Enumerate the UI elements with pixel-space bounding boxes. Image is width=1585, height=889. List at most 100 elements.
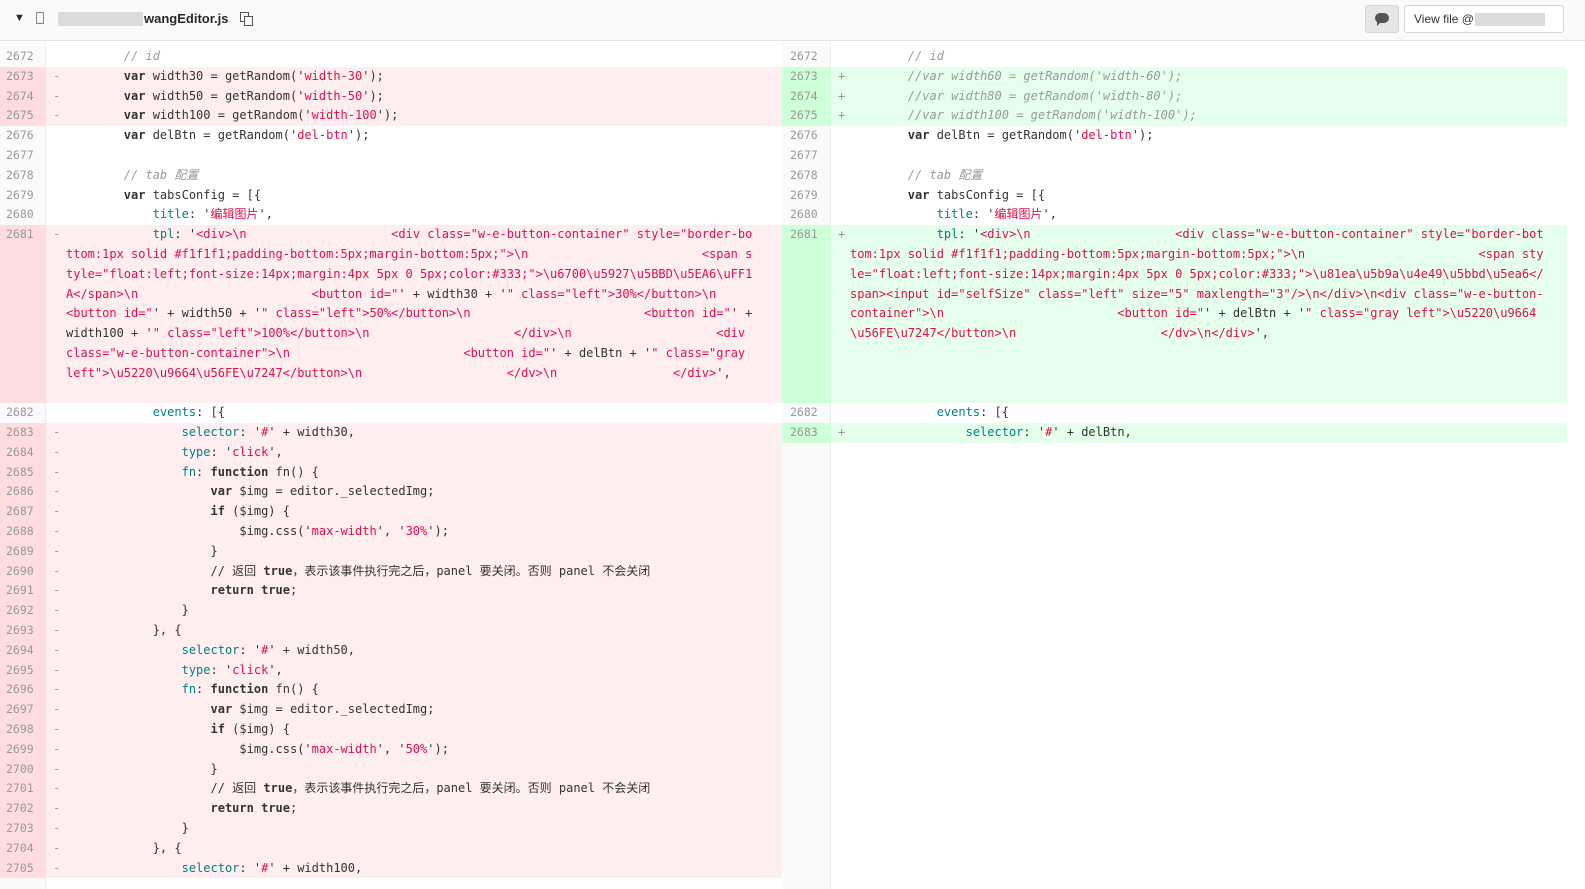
line-number[interactable]: 2680 bbox=[6, 205, 34, 225]
line-number[interactable]: 2691 bbox=[6, 581, 34, 601]
diff-marker: + bbox=[838, 68, 846, 83]
code-text: var tabsConfig = [{ bbox=[123, 187, 262, 202]
left-lines: 2672 // id 2673- var width30 = getRandom(… bbox=[0, 47, 782, 879]
line-number[interactable]: 2675 bbox=[790, 106, 818, 126]
diff-line-wrapped: 2681 - tpl: '<div>\n <div class="w-e-butt… bbox=[0, 225, 782, 404]
line-number[interactable]: 2676 bbox=[790, 126, 818, 146]
diff-marker: + bbox=[838, 424, 846, 439]
diff-line: 2678 // tab 配置 bbox=[782, 166, 1567, 186]
line-number[interactable]: 2685 bbox=[6, 463, 34, 483]
code-text: $img.css('max-width', '30%'); bbox=[66, 523, 449, 538]
file-name[interactable]: wangEditor.js bbox=[144, 11, 229, 26]
line-number[interactable]: 2689 bbox=[6, 542, 34, 562]
view-file-button[interactable]: View file @ bbox=[1404, 5, 1564, 33]
diff-line: 2674 - var width50 = getRandom('width-50'… bbox=[0, 86, 782, 107]
code-text: var delBtn = getRandom('del-btn'); bbox=[907, 128, 1154, 143]
line-number[interactable]: 2702 bbox=[6, 799, 34, 819]
line-number-cell bbox=[782, 225, 831, 404]
diff-line: 2678 // tab 配置 bbox=[0, 166, 782, 186]
line-number[interactable]: 2681 bbox=[790, 225, 818, 245]
line-number[interactable]: 2693 bbox=[6, 621, 34, 641]
code-text: var delBtn = getRandom('del-btn'); bbox=[123, 128, 370, 143]
comment-toggle-button[interactable] bbox=[1365, 5, 1399, 33]
diff-line: 2700 - } bbox=[0, 759, 782, 780]
line-number[interactable]: 2673 bbox=[790, 67, 818, 87]
line-number[interactable]: 2682 bbox=[6, 403, 34, 423]
diff-marker: - bbox=[53, 504, 61, 519]
diff-marker: - bbox=[53, 543, 61, 558]
split-diff: 2672 // id 2673- var width30 = getRandom(… bbox=[0, 42, 1585, 889]
code-text: fn: function fn() { bbox=[181, 464, 319, 479]
code-text: tpl: '<div>\n <div class="w-e-button-con… bbox=[850, 227, 1544, 341]
line-number[interactable]: 2699 bbox=[6, 740, 34, 760]
line-number[interactable]: 2676 bbox=[6, 126, 34, 146]
line-number[interactable]: 2705 bbox=[6, 859, 34, 879]
code-text: selector: '#' + width30, bbox=[181, 424, 356, 439]
diff-line: 2680 title: '编辑图片', bbox=[782, 205, 1567, 225]
line-number[interactable]: 2684 bbox=[6, 443, 34, 463]
line-number[interactable]: 2694 bbox=[6, 641, 34, 661]
line-number[interactable]: 2683 bbox=[6, 423, 34, 443]
diff-line: 2672 // id bbox=[0, 47, 782, 67]
code-text: var width30 = getRandom('width-30'); bbox=[123, 68, 384, 83]
line-number[interactable]: 2687 bbox=[6, 502, 34, 522]
line-number[interactable]: 2677 bbox=[6, 146, 34, 166]
diff-marker: - bbox=[53, 424, 61, 439]
copy-path-icon[interactable] bbox=[240, 12, 254, 26]
code-text: tpl: '<div>\n <div class="w-e-button-con… bbox=[66, 227, 760, 380]
code-text: // 返回 true，表示该事件执行完之后，panel 要关闭。否则 panel… bbox=[66, 781, 651, 796]
line-number[interactable]: 2703 bbox=[6, 819, 34, 839]
diff-line: 2680 title: '编辑图片', bbox=[0, 205, 782, 225]
diff-line: 2679 var tabsConfig = [{ bbox=[782, 186, 1567, 206]
diff-line: 2705 - selector: '#' + width100, bbox=[0, 858, 782, 879]
line-number[interactable]: 2698 bbox=[6, 720, 34, 740]
line-number[interactable]: 2678 bbox=[6, 166, 34, 186]
line-number[interactable]: 2686 bbox=[6, 482, 34, 502]
line-number[interactable]: 2674 bbox=[790, 87, 818, 107]
line-number[interactable]: 2682 bbox=[790, 403, 818, 423]
line-number[interactable]: 2695 bbox=[6, 661, 34, 681]
line-number[interactable]: 2704 bbox=[6, 839, 34, 859]
diff-line: 2679 var tabsConfig = [{ bbox=[0, 186, 782, 206]
diff-marker: - bbox=[53, 820, 61, 835]
line-number[interactable]: 2688 bbox=[6, 522, 34, 542]
line-number[interactable]: 2679 bbox=[6, 186, 34, 206]
line-number[interactable]: 2701 bbox=[6, 779, 34, 799]
code-text: selector: '#' + delBtn, bbox=[965, 424, 1132, 439]
code-text: // id bbox=[66, 49, 160, 63]
diff-line: 2702 - return true; bbox=[0, 799, 782, 819]
diff-line: 2677 bbox=[782, 146, 1567, 166]
code-text: } bbox=[66, 543, 218, 558]
code-text: type: 'click', bbox=[181, 662, 283, 677]
diff-line: 2691 - return true; bbox=[0, 581, 782, 602]
commit-sha-redacted bbox=[1475, 13, 1545, 26]
line-number[interactable]: 2697 bbox=[6, 700, 34, 720]
line-number[interactable]: 2683 bbox=[790, 423, 818, 443]
code-text: }, { bbox=[66, 622, 182, 637]
line-number[interactable]: 2677 bbox=[790, 146, 818, 166]
line-number[interactable]: 2675 bbox=[6, 106, 34, 126]
diff-marker: - bbox=[53, 801, 61, 816]
line-number[interactable]: 2678 bbox=[790, 166, 818, 186]
diff-line: 2693 - }, { bbox=[0, 620, 782, 641]
line-number[interactable]: 2679 bbox=[790, 186, 818, 206]
code-text: // tab 配置 bbox=[850, 167, 983, 182]
line-number[interactable]: 2681 bbox=[6, 225, 34, 245]
line-number[interactable]: 2672 bbox=[790, 47, 818, 67]
line-number[interactable]: 2696 bbox=[6, 680, 34, 700]
diff-marker: - bbox=[53, 583, 61, 598]
collapse-caret-icon[interactable]: ▼ bbox=[14, 12, 25, 24]
diff-line: 2676 var delBtn = getRandom('del-btn'); bbox=[782, 126, 1567, 146]
line-number[interactable]: 2673 bbox=[6, 67, 34, 87]
line-number[interactable]: 2690 bbox=[6, 562, 34, 582]
diff-line: 2701 - // 返回 true，表示该事件执行完之后，panel 要关闭。否则… bbox=[0, 779, 782, 800]
line-number[interactable]: 2674 bbox=[6, 87, 34, 107]
code-text: // tab 配置 bbox=[66, 167, 199, 182]
code-text: var $img = editor._selectedImg; bbox=[210, 702, 435, 717]
code-text: title: '编辑图片', bbox=[936, 207, 1057, 222]
line-number[interactable]: 2672 bbox=[6, 47, 34, 67]
line-number[interactable]: 2692 bbox=[6, 601, 34, 621]
diff-marker: - bbox=[53, 88, 61, 103]
line-number[interactable]: 2680 bbox=[790, 205, 818, 225]
line-number[interactable]: 2700 bbox=[6, 760, 34, 780]
